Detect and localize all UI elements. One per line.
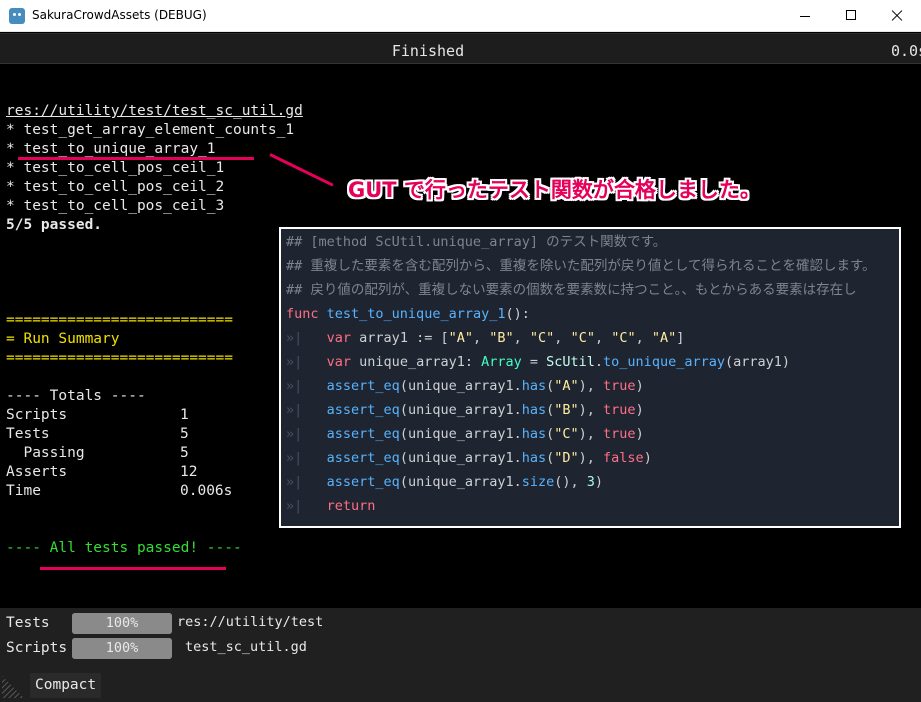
close-button[interactable]: [874, 0, 920, 32]
test-entry: * test_to_cell_pos_ceil_3: [6, 198, 225, 214]
all-passed-message: ---- All tests passed! ----: [6, 540, 242, 556]
code-line-assert: »| assert_eq(unique_array1.has("A"), tru…: [286, 378, 644, 394]
status-header: Finished 0.0s: [0, 33, 921, 64]
totals-value: 5: [180, 426, 189, 442]
tests-progress-bar: 100%: [72, 613, 172, 634]
window-title: SakuraCrowdAssets (DEBUG): [32, 8, 207, 22]
code-comment: ## 戻り値の配列が、重複しない要素の個数を要素数に持つこと。、もとからある要素…: [286, 282, 857, 298]
summary-separator: ==========================: [6, 312, 233, 328]
code-comment: ## [method ScUtil.unique_array] のテスト関数です…: [286, 234, 667, 250]
totals-value: 0.006s: [180, 483, 233, 499]
totals-label: Tests: [6, 426, 50, 442]
totals-label: Scripts: [6, 407, 68, 423]
code-line-array: »| var array1 := ["A", "B", "C", "C", "C…: [286, 330, 685, 346]
scripts-progress-bar: 100%: [72, 638, 172, 659]
minimize-icon: [800, 16, 810, 17]
code-line-assert: »| assert_eq(unique_array1.has("C"), tru…: [286, 426, 644, 442]
totals-label: Passing: [6, 445, 85, 461]
annotation-pointer: [269, 153, 334, 187]
totals-label: Time: [6, 483, 41, 499]
annotation-caption: GUT で行ったテスト関数が合格しました。: [348, 178, 761, 202]
summary-separator: ==========================: [6, 350, 233, 366]
godot-app-icon: [9, 8, 25, 24]
totals-label: Asserts: [6, 464, 68, 480]
minimize-button[interactable]: [782, 0, 828, 32]
test-entry: * test_to_cell_pos_ceil_2: [6, 179, 225, 195]
func-declaration: func test_to_unique_array_1():: [286, 306, 530, 322]
summary-heading: = Run Summary: [6, 331, 120, 347]
code-line-assert: »| assert_eq(unique_array1.has("D"), fal…: [286, 450, 652, 466]
code-line-assert: »| assert_eq(unique_array1.has("B"), tru…: [286, 402, 644, 418]
window-title-bar: SakuraCrowdAssets (DEBUG): [0, 0, 921, 32]
highlight-underline: [40, 567, 226, 570]
totals-value: 12: [180, 464, 198, 480]
run-status: Finished: [391, 42, 465, 60]
totals-value: 5: [180, 445, 189, 461]
totals-value: 1: [180, 407, 189, 423]
test-entry: * test_get_array_element_counts_1: [6, 122, 295, 138]
tests-label: Tests: [6, 615, 50, 631]
scripts-label: Scripts: [6, 640, 68, 656]
passed-count: 5/5 passed.: [6, 217, 103, 233]
code-line-size: »| assert_eq(unique_array1.size(), 3): [286, 474, 604, 490]
script-path: res://utility/test/test_sc_util.gd: [6, 103, 303, 119]
test-entry: * test_to_cell_pos_ceil_1: [6, 160, 225, 176]
maximize-button[interactable]: [828, 0, 874, 32]
compact-button[interactable]: Compact: [30, 673, 102, 698]
tests-path: res://utility/test: [177, 614, 324, 630]
highlight-underline: [18, 157, 254, 160]
code-line-return: »| return: [286, 498, 376, 514]
scripts-file: test_sc_util.gd: [185, 639, 307, 655]
code-comment: ## 重複した要素を含む配列から、重複を除いた配列が戻り値として得られることを確…: [286, 258, 876, 274]
code-line-unique: »| var unique_array1: Array = ScUtil.to_…: [286, 354, 790, 370]
maximize-icon: [846, 10, 856, 20]
elapsed-time: 0.0s: [891, 42, 921, 60]
code-snippet-panel: ## [method ScUtil.unique_array] のテスト関数です…: [279, 227, 901, 528]
totals-heading: ---- Totals ----: [6, 388, 146, 404]
